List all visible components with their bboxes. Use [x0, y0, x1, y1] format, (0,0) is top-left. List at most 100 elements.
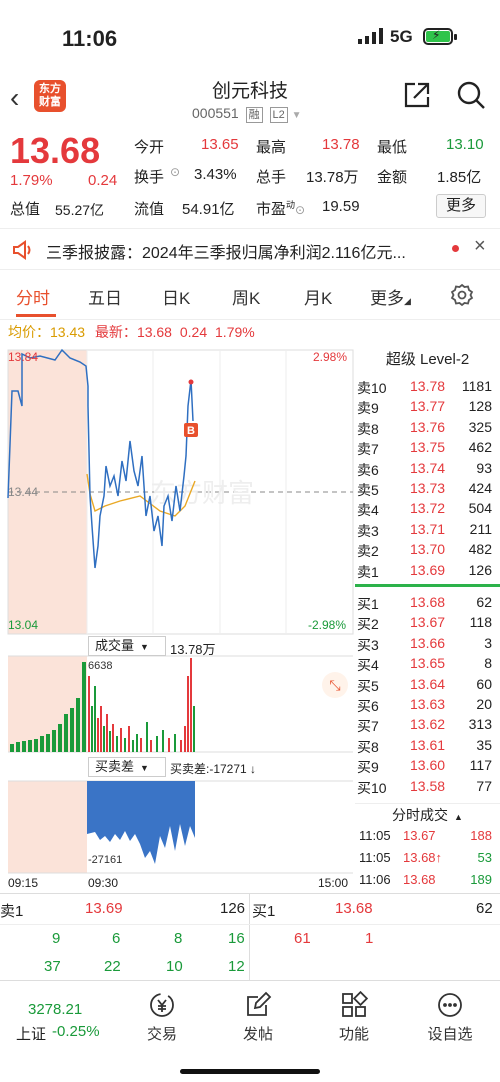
- share-icon[interactable]: [402, 80, 432, 110]
- ask-row[interactable]: 卖10 13.78 1181: [355, 378, 500, 398]
- bid-row[interactable]: 买8 13.61 35: [355, 737, 500, 757]
- close-icon[interactable]: ×: [474, 235, 486, 258]
- open-value: 13.65: [201, 136, 239, 153]
- notice-bar[interactable]: 三季报披露：2024年三季报归属净利润2.116亿元... ×: [0, 228, 500, 270]
- nav-trade[interactable]: 交易: [122, 991, 202, 1044]
- bid-price: 13.67: [410, 614, 446, 631]
- level2-tag: L2: [269, 107, 288, 123]
- network-type: 5G: [390, 27, 413, 46]
- diff-bars: [87, 781, 195, 864]
- ask-row[interactable]: 卖5 13.73 424: [355, 480, 500, 500]
- info-icon[interactable]: ⊙: [170, 165, 180, 179]
- ask-level-label: 卖3: [357, 522, 379, 539]
- settings-icon[interactable]: [450, 283, 474, 307]
- time-start: 09:15: [8, 876, 39, 890]
- bid-qty: 35: [476, 736, 492, 753]
- bid-row[interactable]: 买2 13.67 118: [355, 614, 500, 634]
- ask-level-label: 卖4: [357, 502, 379, 519]
- bid-level-label: 买10: [357, 779, 387, 796]
- diff-min: -27161: [88, 854, 123, 866]
- pe-value: 19.59: [322, 198, 360, 215]
- tab-more[interactable]: 更多◢: [370, 284, 411, 309]
- diff-selector[interactable]: 买卖差 ▼: [88, 757, 166, 777]
- signal-icon: [358, 28, 383, 44]
- diff-value: 买卖差:-17271 ↓: [170, 762, 257, 776]
- home-indicator: [180, 1069, 320, 1074]
- ask-price: 13.77: [410, 398, 446, 415]
- battery-icon: ⚡: [423, 28, 457, 45]
- ask-row[interactable]: 卖9 13.77 128: [355, 398, 500, 418]
- status-bar: 11:06 5G ⚡: [0, 0, 500, 70]
- ask-row[interactable]: 卖2 13.70 482: [355, 541, 500, 561]
- volume-max: 6638: [88, 660, 113, 672]
- ask-row[interactable]: 卖6 13.74 93: [355, 460, 500, 480]
- nav-watchlist[interactable]: 设自选: [410, 991, 490, 1044]
- index-ticker[interactable]: 3278.21 上证 -0.25%: [0, 981, 100, 1043]
- total-value: 55.27亿: [55, 202, 105, 218]
- buy1-price: 13.68: [335, 900, 373, 917]
- ask-row[interactable]: 卖3 13.71 211: [355, 521, 500, 541]
- bid-price: 13.58: [410, 777, 446, 794]
- volume-selector[interactable]: 成交量 ▼: [88, 636, 166, 656]
- bid-price: 13.66: [410, 634, 446, 651]
- ask-price: 13.73: [410, 480, 446, 496]
- bid-qty: 20: [476, 696, 492, 712]
- bid-qty: 62: [476, 594, 492, 610]
- current-price: 13.68: [10, 130, 101, 171]
- nav-functions[interactable]: 功能: [314, 990, 394, 1044]
- high-value: 13.78: [322, 136, 360, 153]
- stock-code-row[interactable]: 000551 融 L2 ▼: [192, 105, 302, 123]
- bid-level-label: 买3: [357, 636, 379, 653]
- expand-icon[interactable]: ⤡: [322, 672, 348, 698]
- search-icon[interactable]: [456, 80, 486, 110]
- ask-row[interactable]: 卖1 13.69 126: [355, 562, 500, 582]
- bid-row[interactable]: 买9 13.60 117: [355, 757, 500, 777]
- bid-row[interactable]: 买1 13.68 62: [355, 594, 500, 614]
- bid-level-label: 买2: [357, 616, 379, 633]
- ask-price: 13.76: [410, 418, 446, 435]
- intraday-chart[interactable]: 东方财富 B 13.84 13.44 13.04 2.98% -2.98% 成交…: [0, 346, 355, 892]
- bid-row[interactable]: 买3 13.66 3: [355, 635, 500, 655]
- stock-header: ‹ 东方 财富 创元科技 000551 融 L2 ▼: [0, 70, 500, 126]
- pct-axis-low: -2.98%: [308, 618, 347, 632]
- ask-row[interactable]: 卖4 13.72 504: [355, 500, 500, 520]
- tab-monthly-k[interactable]: 月K: [304, 284, 332, 309]
- tab-weekly-k[interactable]: 周K: [232, 284, 260, 309]
- tab-five-day[interactable]: 五日: [88, 284, 122, 309]
- more-button[interactable]: 更多: [436, 194, 486, 218]
- premarket-shade-diff: [8, 781, 87, 873]
- trade-price: 13.67: [403, 828, 436, 843]
- index-pct: -0.25%: [52, 1023, 100, 1040]
- bottom-nav: 3278.21 上证 -0.25% 交易 发帖 功能 设自选: [0, 980, 500, 1082]
- ask-level-label: 卖2: [357, 543, 379, 560]
- bid-row[interactable]: 买7 13.62 313: [355, 716, 500, 736]
- latest-dot: [188, 379, 194, 385]
- trade-row: 11:05 13.68↑ 53: [355, 850, 500, 870]
- buy-split: 1: [365, 930, 374, 947]
- pct-change: 1.79%: [10, 172, 53, 189]
- bid-qty: 60: [476, 675, 492, 692]
- bid-row[interactable]: 买6 13.63 20: [355, 696, 500, 716]
- price-axis-mid: 13.44: [8, 485, 39, 499]
- float-value: 54.91亿: [182, 201, 235, 218]
- ask-row[interactable]: 卖7 13.75 462: [355, 439, 500, 459]
- ask-qty: 482: [468, 541, 492, 558]
- sell-split: 9: [52, 930, 61, 947]
- ask-level-label: 卖1: [357, 563, 379, 580]
- nav-post[interactable]: 发帖: [218, 991, 298, 1044]
- ask-level-label: 卖7: [357, 441, 379, 458]
- tab-daily-k[interactable]: 日K: [162, 284, 190, 309]
- trades-title[interactable]: 分时成交 ▲: [355, 803, 500, 825]
- bid-row[interactable]: 买10 13.58 77: [355, 778, 500, 798]
- ask-row[interactable]: 卖8 13.76 325: [355, 419, 500, 439]
- amount-label: 金额: [377, 169, 408, 186]
- bid-row[interactable]: 买5 13.64 60: [355, 676, 500, 696]
- ask-qty: 93: [476, 459, 492, 476]
- high-label: 最高: [256, 139, 287, 156]
- tab-intraday[interactable]: 分时: [16, 284, 50, 309]
- ask-qty: 211: [469, 520, 492, 537]
- bid-row[interactable]: 买4 13.65 8: [355, 655, 500, 675]
- low-value: 13.10: [446, 136, 484, 153]
- trade-qty: 189: [470, 872, 492, 887]
- total-label: 总值: [10, 201, 41, 218]
